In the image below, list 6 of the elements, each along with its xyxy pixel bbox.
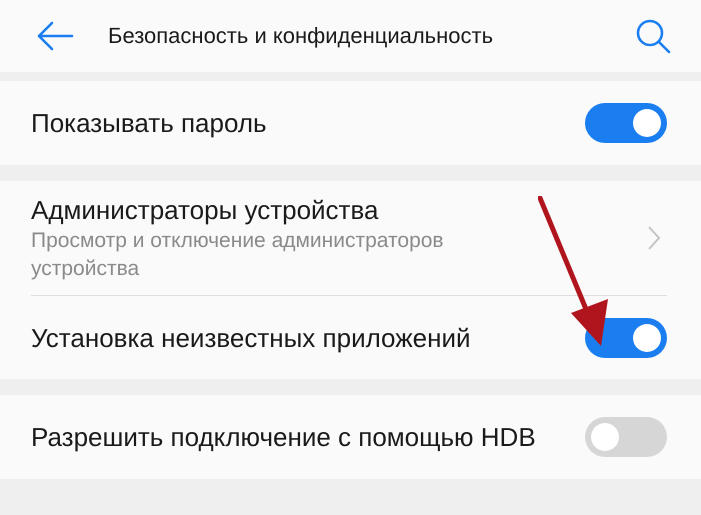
screen-title: Безопасность и конфиденциальность <box>108 23 494 49</box>
setting-label: Показывать пароль <box>31 107 268 140</box>
setting-label: Установка неизвестных приложений <box>31 322 472 354</box>
setting-description: Просмотр и отключение администраторов устройства <box>31 228 445 282</box>
setting-label: Администраторы устройства <box>31 194 380 227</box>
setting-label: Разрешить подключение с помощью HDB <box>31 421 537 454</box>
